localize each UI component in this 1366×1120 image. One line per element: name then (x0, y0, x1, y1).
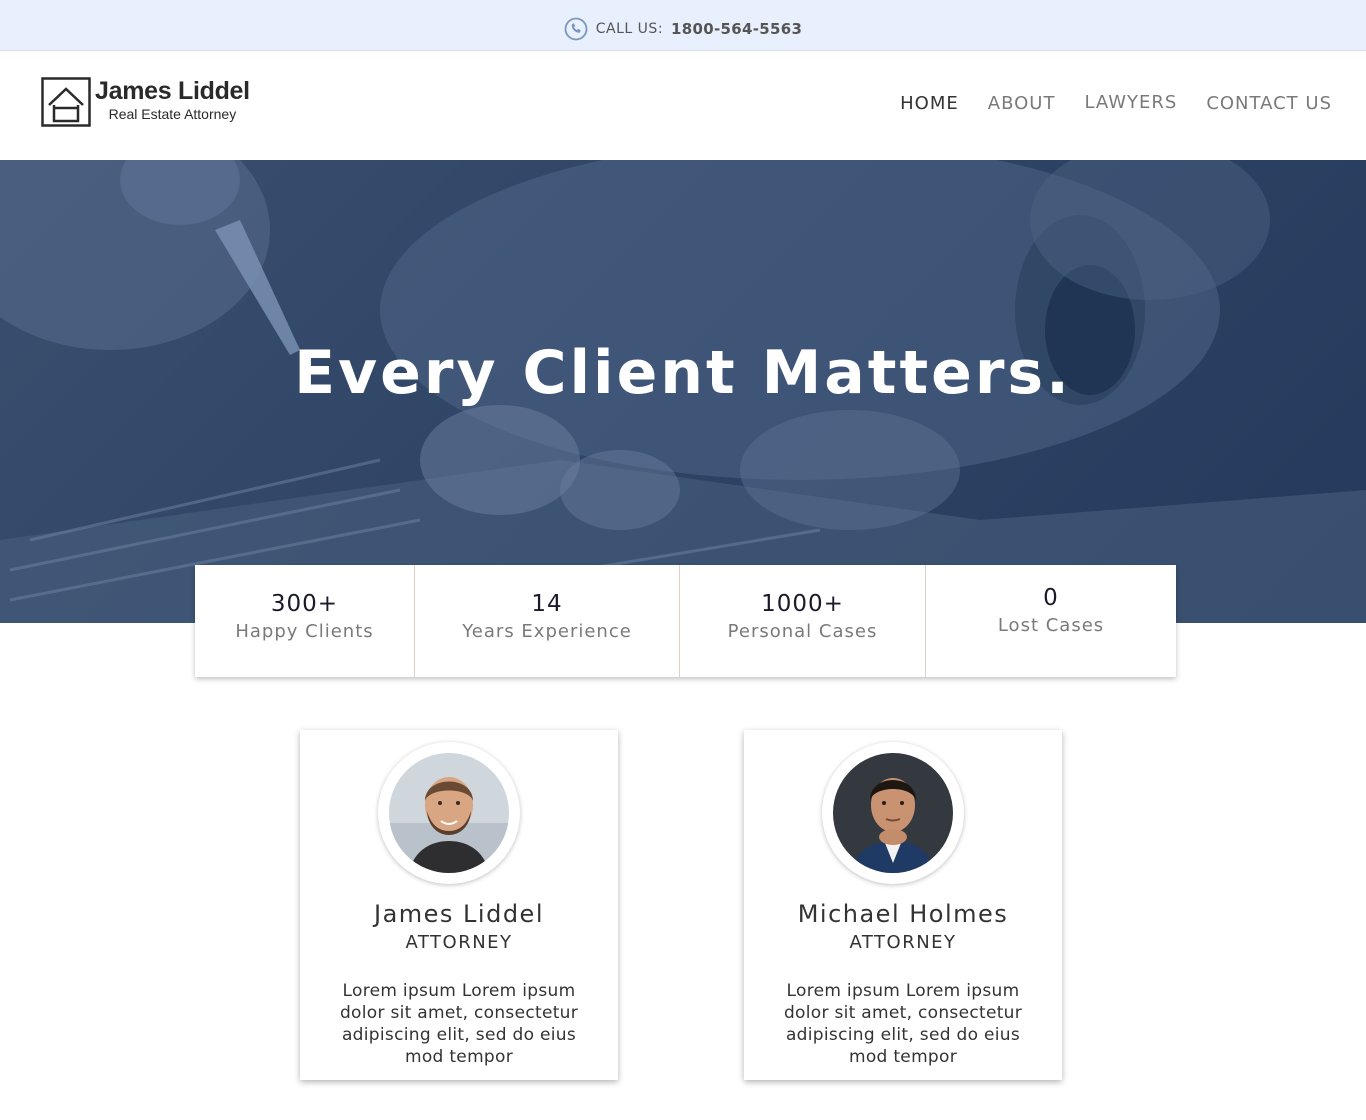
lawyer-role: ATTORNEY (849, 932, 957, 953)
stat-label: Happy Clients (235, 621, 374, 642)
stat-personal-cases: 1000+ Personal Cases (680, 565, 926, 677)
avatar-frame (378, 742, 520, 884)
lawyer-card[interactable]: Michael Holmes ATTORNEY Lorem ipsum Lore… (744, 730, 1062, 1080)
nav-item-home[interactable]: HOME (900, 93, 959, 114)
avatar-frame (822, 742, 964, 884)
lawyer-role: ATTORNEY (405, 932, 513, 953)
call-us-group[interactable]: CALL US: 1800-564-5563 (564, 17, 802, 41)
lawyer-card[interactable]: James Liddel ATTORNEY Lorem ipsum Lorem … (300, 730, 618, 1080)
stat-label: Lost Cases (997, 615, 1105, 636)
stat-value: 0 (1043, 585, 1059, 611)
lawyer-bio: Lorem ipsum Lorem ipsum dolor sit amet, … (339, 981, 579, 1067)
phone-number-link[interactable]: 1800-564-5563 (671, 20, 802, 38)
lawyer-name: James Liddel (373, 900, 544, 928)
lawyer-name: Michael Holmes (797, 900, 1009, 928)
avatar (389, 753, 509, 873)
logo-text: James Liddel Real Estate Attorney (95, 77, 250, 123)
lawyer-bio: Lorem ipsum Lorem ipsum dolor sit amet, … (783, 981, 1023, 1067)
hero-banner: Every Client Matters. (0, 160, 1366, 623)
house-logo-icon (41, 77, 91, 127)
stat-value: 1000+ (761, 591, 844, 617)
hero-title: Every Client Matters. (294, 338, 1072, 408)
stat-value: 300+ (270, 591, 339, 617)
stat-happy-clients: 300+ Happy Clients (195, 565, 415, 677)
stat-label: Personal Cases (727, 621, 878, 642)
nav-item-about[interactable]: ABOUT (988, 93, 1056, 114)
nav-item-contact-us[interactable]: CONTACT US (1206, 93, 1332, 114)
call-us-label: CALL US: (595, 21, 664, 37)
site-logo[interactable]: James Liddel Real Estate Attorney (41, 77, 250, 127)
stats-bar: 300+ Happy Clients 14 Years Experience 1… (195, 565, 1176, 677)
stat-years-experience: 14 Years Experience (415, 565, 680, 677)
logo-tagline: Real Estate Attorney (108, 106, 237, 122)
logo-name: James Liddel (95, 77, 250, 105)
stat-value: 14 (531, 591, 563, 617)
stat-label: Years Experience (462, 621, 632, 642)
site-header: James Liddel Real Estate Attorney HOME A… (0, 51, 1366, 160)
stat-lost-cases: 0 Lost Cases (926, 565, 1176, 677)
avatar (833, 753, 953, 873)
top-contact-bar: CALL US: 1800-564-5563 (0, 0, 1366, 51)
phone-icon (564, 17, 588, 41)
nav-item-lawyers[interactable]: LAWYERS (1084, 92, 1177, 114)
main-nav: HOME ABOUT LAWYERS CONTACT US (871, 92, 1332, 114)
